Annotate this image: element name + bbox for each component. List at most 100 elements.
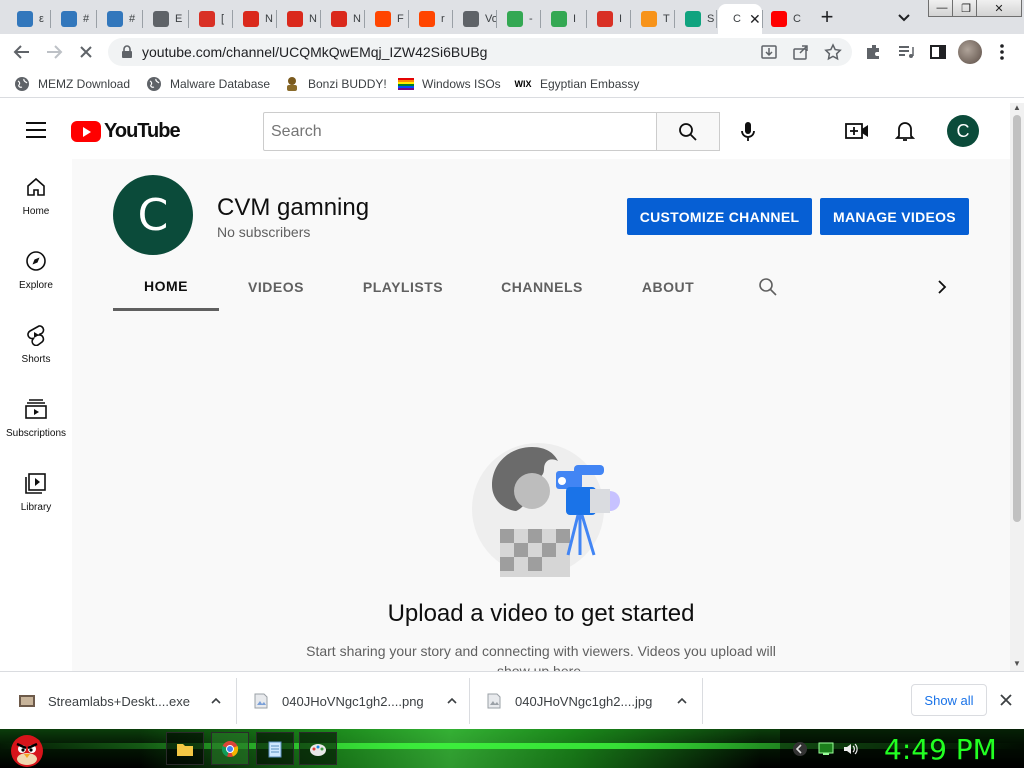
bookmark-egyptian-embassy[interactable]: WIX Egyptian Embassy — [514, 76, 640, 92]
browser-tab[interactable]: Vo — [454, 4, 496, 34]
browser-tab[interactable]: S — [676, 4, 716, 34]
scroll-up-arrow-icon[interactable]: ▲ — [1013, 103, 1021, 112]
network-icon[interactable] — [818, 741, 834, 757]
shorts-icon — [24, 323, 48, 347]
chevron-up-icon[interactable] — [446, 695, 458, 707]
browser-tab[interactable]: # — [98, 4, 142, 34]
tab-active[interactable]: C ✕ — [718, 4, 762, 34]
back-arrow-icon — [13, 45, 29, 59]
close-window-button[interactable]: ✕ — [976, 0, 1022, 17]
browser-tab[interactable]: I — [542, 4, 586, 34]
volume-icon[interactable] — [842, 741, 858, 757]
notifications-button[interactable] — [893, 119, 917, 143]
profile-avatar[interactable] — [958, 40, 982, 64]
paint-icon[interactable] — [299, 732, 337, 765]
menu-icon[interactable] — [26, 122, 46, 138]
customize-channel-button[interactable]: CUSTOMIZE CHANNEL — [627, 198, 812, 235]
new-tab-button[interactable]: + — [814, 6, 840, 30]
tab-separator — [232, 10, 233, 28]
browser-tab[interactable]: [ — [190, 4, 232, 34]
browser-tab[interactable]: E — [144, 4, 188, 34]
browser-tab[interactable]: ε — [8, 4, 50, 34]
exe-file-icon — [19, 695, 35, 707]
guide-item-library[interactable]: Library — [0, 455, 72, 529]
search-button[interactable] — [656, 112, 720, 151]
tab-about[interactable]: ABOUT — [624, 263, 712, 311]
tab-title: Vo — [485, 13, 496, 25]
browser-tab[interactable]: - — [498, 4, 540, 34]
forward-button[interactable] — [42, 40, 66, 64]
browser-tab[interactable]: N — [234, 4, 276, 34]
close-icon[interactable] — [998, 692, 1014, 708]
microphone-icon — [741, 122, 755, 141]
browser-tab[interactable]: C — [762, 4, 804, 34]
chevron-right-icon[interactable] — [932, 277, 952, 297]
channel-search-icon[interactable] — [758, 277, 778, 297]
share-icon[interactable] — [792, 43, 810, 61]
scroll-down-arrow-icon[interactable]: ▼ — [1013, 659, 1021, 668]
download-item[interactable]: Streamlabs+Deskt....exe — [18, 672, 222, 730]
tab-channels[interactable]: CHANNELS — [487, 263, 597, 311]
back-button[interactable] — [10, 40, 34, 64]
browser-tab[interactable]: N — [322, 4, 364, 34]
lock-icon[interactable] — [120, 45, 134, 59]
guide-item-home[interactable]: Home — [0, 159, 72, 233]
tab-home[interactable]: HOME — [113, 263, 219, 311]
extensions-icon[interactable] — [864, 42, 884, 62]
start-button-angry-bird-icon[interactable] — [6, 729, 48, 768]
show-all-button[interactable]: Show all — [911, 684, 987, 716]
tab-search-icon[interactable] — [894, 8, 914, 28]
download-bar: Streamlabs+Deskt....exe 040JHoVNgc1gh2..… — [0, 671, 1024, 729]
tab-title: N — [353, 13, 361, 25]
browser-tab[interactable]: # — [52, 4, 96, 34]
tab-separator — [320, 10, 321, 28]
scrollbar-thumb[interactable] — [1013, 115, 1021, 522]
tab-videos[interactable]: VIDEOS — [227, 263, 325, 311]
rainbow-flag-icon — [398, 76, 414, 92]
chevron-up-icon[interactable] — [210, 695, 222, 707]
youtube-logo[interactable]: YouTube — [71, 120, 181, 143]
tab-playlists[interactable]: PLAYLISTS — [348, 263, 458, 311]
guide-item-explore[interactable]: Explore — [0, 233, 72, 307]
install-app-icon[interactable] — [760, 43, 778, 61]
url-text[interactable]: youtube.com/channel/UCQMkQwEMqj_IZW42Si6… — [142, 44, 487, 60]
chrome-taskbar-icon[interactable] — [211, 732, 249, 765]
robot-icon — [685, 11, 701, 27]
side-panel-icon[interactable] — [928, 42, 948, 62]
guide-item-shorts[interactable]: Shorts — [0, 307, 72, 381]
search-box[interactable] — [263, 112, 657, 151]
bookmark-bonzi-buddy[interactable]: Bonzi BUDDY! — [284, 76, 387, 92]
guide-item-subscriptions[interactable]: Subscriptions — [0, 381, 72, 455]
account-avatar[interactable]: C — [947, 115, 979, 147]
notepad-icon[interactable] — [256, 732, 294, 765]
channel-content: C CVM gamning No subscribers CUSTOMIZE C… — [72, 159, 1010, 671]
download-item[interactable]: 040JHoVNgc1gh2....png — [252, 672, 458, 730]
create-video-button[interactable] — [845, 119, 869, 143]
file-explorer-icon[interactable] — [166, 732, 204, 765]
taskbar-clock[interactable]: 4:49 PM — [884, 733, 997, 766]
tab-title: ε — [39, 13, 44, 25]
show-hidden-icons-icon[interactable] — [792, 741, 808, 757]
chevron-up-icon[interactable] — [676, 695, 688, 707]
browser-tab[interactable]: r — [410, 4, 452, 34]
browser-tab[interactable]: F — [366, 4, 408, 34]
tab-title: I — [619, 13, 623, 25]
chrome-menu-icon[interactable] — [992, 42, 1012, 62]
voice-search-button[interactable] — [730, 114, 766, 150]
bookmark-star-icon[interactable] — [824, 43, 842, 61]
page-scrollbar[interactable]: ▲ ▼ — [1010, 103, 1024, 671]
bookmark-memz[interactable]: MEMZ Download — [14, 76, 130, 92]
search-input[interactable] — [264, 113, 656, 150]
stop-loading-button[interactable] — [74, 40, 98, 64]
browser-tab[interactable]: T — [632, 4, 674, 34]
download-item[interactable]: 040JHoVNgc1gh2....jpg — [485, 672, 688, 730]
manage-videos-button[interactable]: MANAGE VIDEOS — [820, 198, 969, 235]
tab-title: # — [83, 13, 90, 25]
close-tab-icon[interactable]: ✕ — [749, 11, 761, 28]
browser-tab[interactable]: I — [588, 4, 630, 34]
media-control-icon[interactable] — [896, 42, 916, 62]
browser-tab[interactable]: N — [278, 4, 320, 34]
bookmark-windows-isos[interactable]: Windows ISOs — [398, 76, 501, 92]
bookmark-malware-database[interactable]: Malware Database — [146, 76, 270, 92]
address-bar[interactable]: youtube.com/channel/UCQMkQwEMqj_IZW42Si6… — [108, 38, 852, 66]
